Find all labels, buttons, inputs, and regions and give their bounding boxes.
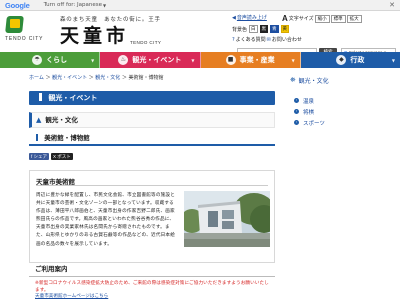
sidebar-item-shogi[interactable]: › 将棋 (294, 106, 394, 117)
site-header: TENDO CITY 森のまち天童 あなたの街に。王手 天童市 TENDO CI… (0, 11, 400, 67)
arrow-right-icon: › (294, 98, 299, 103)
nav-label: 行政 (350, 56, 365, 64)
catchphrase: 森のまち天童 あなたの街に。王手 (60, 17, 161, 23)
arrow-right-icon: › (294, 120, 299, 125)
sub-banner: ▲ 観光・文化 (29, 112, 275, 128)
mail-icon: ✉ (266, 36, 271, 43)
city-name[interactable]: 天童市 (60, 26, 129, 46)
nav-label: くらし (46, 56, 68, 64)
umbrella-icon: ☂ (32, 55, 43, 65)
breadcrumb: ホーム ＞ 観光・イベント ＞ 観光・文化 ＞ 美術館・博物館 (29, 74, 164, 81)
audio-readout-label: 音声読み上げ (236, 15, 267, 21)
sidebar-list: › 温泉 › 将棋 › スポーツ (294, 95, 394, 128)
sidebar-item-label: 将棋 (303, 109, 315, 116)
mountain-icon: ▲ (36, 116, 42, 124)
bg-yellow-button[interactable]: 黄 (280, 25, 290, 33)
chevron-down-icon: ▼ (91, 57, 95, 63)
translate-options-label: Turn off for: Japanese (43, 2, 102, 8)
share-buttons: f シェア X ポスト (29, 153, 73, 160)
font-standard-button[interactable]: 標準 (330, 14, 346, 23)
section-banner-label: 観光・イベント (48, 94, 98, 102)
title-bullet-icon (36, 134, 38, 141)
faq-link[interactable]: よくある質問 (236, 36, 266, 43)
binoculars-icon: ⛯ (290, 76, 296, 84)
museum-photo (184, 191, 270, 247)
breadcrumb-kanko[interactable]: 観光・イベント (52, 75, 87, 81)
close-icon[interactable]: ✕ (389, 1, 395, 10)
sidebar-heading-label: 観光・文化 (298, 78, 329, 85)
sidebar-item-sports[interactable]: › スポーツ (294, 117, 394, 128)
nav-item-kanko[interactable]: ♨ 観光・イベント ▼ (100, 52, 201, 68)
background-color-controls: 背景色 白 黒 青 黄 (232, 25, 290, 33)
google-logo: Google (5, 0, 30, 10)
museum-info-box: 天童市美術館 周辺に豊かな緑を配置し、市民文化会館、市立図書館等の施設と共に天童… (29, 170, 275, 263)
chevron-down-icon: ▼ (103, 2, 107, 8)
museum-description: 周辺に豊かな緑を配置し、市民文化会館、市立図書館等の施設と共に天童市の芸術・文化… (36, 193, 176, 247)
bg-color-label: 背景色 (232, 26, 248, 33)
breadcrumb-separator: ＞ (88, 75, 94, 81)
nav-item-kurashi[interactable]: ☂ くらし ▼ (0, 52, 101, 68)
banner-bar-icon (39, 93, 42, 101)
heading-divider (36, 185, 268, 186)
font-shrink-button[interactable]: 縮小 (314, 14, 330, 23)
bg-white-button[interactable]: 白 (249, 25, 258, 33)
hot-spring-icon: ♨ (118, 55, 129, 65)
audio-readout-link[interactable]: ◀ 音声読み上げ (232, 14, 267, 22)
sub-banner-label: 観光・文化 (45, 116, 78, 124)
usage-info-title: ご利用案内 (29, 263, 275, 277)
breadcrumb-current: 美術館・博物館 (128, 75, 164, 81)
font-size-label: 文字サイズ (288, 16, 314, 22)
translate-options-dropdown[interactable]: Turn off for: Japanese ▼ (44, 2, 106, 8)
nav-item-jigyo[interactable]: ■ 事業・産業 ▼ (200, 52, 301, 68)
building-icon: ■ (225, 55, 236, 65)
bg-black-button[interactable]: 黒 (259, 25, 269, 33)
font-size-icon: A (282, 14, 288, 23)
chevron-down-icon: ▼ (291, 57, 295, 63)
page-title-text: 美術館・博物館 (44, 134, 90, 142)
sidebar-heading[interactable]: ⛯ 観光・文化 (290, 76, 329, 85)
font-size-controls: A 文字サイズ 縮小 標準 拡大 (282, 14, 362, 23)
emblem-accent-icon (10, 19, 20, 28)
global-nav: ☂ くらし ▼ ♨ 観光・イベント ▼ ■ 事業・産業 ▼ ◆ 行政 ▼ (0, 52, 400, 68)
chevron-down-icon: ▼ (191, 57, 195, 63)
nav-label: 事業・産業 (239, 56, 275, 64)
section-banner: 観光・イベント (29, 91, 275, 105)
facebook-share-button[interactable]: f シェア (29, 153, 50, 160)
nav-item-gyosei[interactable]: ◆ 行政 ▼ (300, 52, 400, 68)
city-name-en: TENDO CITY (130, 40, 162, 45)
museum-building-image (184, 191, 270, 247)
arrow-right-icon: › (294, 109, 299, 114)
font-enlarge-button[interactable]: 拡大 (346, 14, 362, 23)
x-post-button[interactable]: X ポスト (51, 153, 73, 160)
logo-roman-text: TENDO CITY (5, 36, 44, 42)
nav-label: 観光・イベント (132, 56, 182, 64)
google-translate-bar: Google Turn off for: Japanese ▼ ✕ (0, 0, 400, 11)
page-title: 美術館・博物館 (29, 133, 275, 146)
breadcrumb-separator: ＞ (45, 75, 51, 81)
breadcrumb-home[interactable]: ホーム (29, 75, 44, 81)
sidebar-item-label: スポーツ (303, 120, 325, 127)
inquiry-link[interactable]: お問い合わせ (272, 36, 302, 43)
sidebar-item-label: 温泉 (303, 98, 315, 105)
speaker-icon: ◀ (232, 14, 236, 21)
chevron-down-icon: ▼ (391, 57, 395, 63)
sidebar-item-onsen[interactable]: › 温泉 (294, 95, 394, 106)
breadcrumb-bunka[interactable]: 観光・文化 (95, 75, 120, 81)
question-icon: ? (232, 36, 235, 43)
breadcrumb-separator: ＞ (121, 75, 127, 81)
museum-homepage-link[interactable]: 天童市美術館ホームページはこちら (35, 293, 108, 299)
city-hall-icon: ◆ (336, 55, 347, 65)
bg-blue-button[interactable]: 青 (270, 25, 279, 33)
faq-links: ? よくある質問 ✉ お問い合わせ (232, 36, 302, 44)
